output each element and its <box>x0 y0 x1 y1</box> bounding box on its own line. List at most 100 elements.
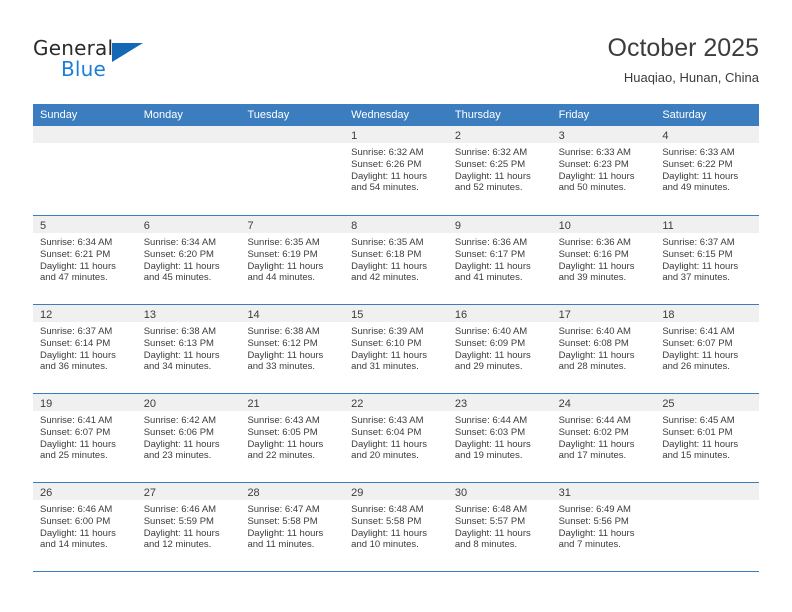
day-daylight-line1-text: Daylight: 11 hours <box>40 349 116 361</box>
day-sunset-text: Sunset: 6:23 PM <box>558 158 629 170</box>
day-sun-info: Sunrise: 6:34 AM Sunset: 6:21 PM Daylight:… <box>33 233 137 284</box>
day-cell-21[interactable]: 21 Sunrise: 6:43 AM Sunset: 6:05 PM Dayligh… <box>240 394 345 482</box>
day-cell-20[interactable]: 20 Sunrise: 6:42 AM Sunset: 6:06 PM Dayligh… <box>136 394 241 482</box>
day-daylight-line2-text: and 54 minutes. <box>351 182 419 194</box>
day-cell-23[interactable]: 23 Sunrise: 6:44 AM Sunset: 6:03 PM Dayligh… <box>447 394 552 482</box>
day-daylight-line2-text: and 29 minutes. <box>454 361 523 373</box>
day-cell-22[interactable]: 22 Sunrise: 6:43 AM Sunset: 6:04 PM Dayligh… <box>344 394 448 482</box>
day-number: 29 <box>351 487 364 499</box>
day-daylight-line2-text: and 45 minutes. <box>143 272 212 284</box>
day-sun-info: Sunrise: 6:33 AM Sunset: 6:23 PM Daylight:… <box>552 143 656 194</box>
day-cell-25[interactable]: 25 Sunrise: 6:45 AM Sunset: 6:01 PM Dayligh… <box>655 394 760 482</box>
day-daylight-line1-text: Daylight: 11 hours <box>454 438 531 450</box>
day-cell-13[interactable]: 13 Sunrise: 6:38 AM Sunset: 6:13 PM Dayligh… <box>136 305 241 393</box>
day-cell-19[interactable]: 19 Sunrise: 6:41 AM Sunset: 6:07 PM Dayligh… <box>33 394 137 482</box>
day-daylight-line2-text: and 50 minutes. <box>558 182 627 194</box>
day-cell-6[interactable]: 6 Sunrise: 6:34 AM Sunset: 6:20 PM Daylight… <box>136 216 241 304</box>
day-sun-info: Sunrise: 6:44 AM Sunset: 6:02 PM Daylight:… <box>552 411 656 462</box>
day-sun-info: Sunrise: 6:39 AM Sunset: 6:10 PM Daylight:… <box>344 322 448 373</box>
day-sunrise-text: Sunrise: 6:41 AM <box>40 415 113 426</box>
day-daylight-line2-text: and 8 minutes. <box>454 539 518 551</box>
day-cell-26[interactable]: 26 Sunrise: 6:46 AM Sunset: 6:00 PM Dayligh… <box>33 483 137 571</box>
day-sun-info: Sunrise: 6:43 AM Sunset: 6:05 PM Daylight:… <box>240 411 344 462</box>
day-number-bar: 26 <box>33 483 137 500</box>
day-cell-18[interactable]: 18 Sunrise: 6:41 AM Sunset: 6:07 PM Dayligh… <box>655 305 760 393</box>
day-sun-info: Sunrise: 6:41 AM Sunset: 6:07 PM Daylight:… <box>33 411 137 462</box>
day-sun-info: Sunrise: 6:47 AM Sunset: 5:58 PM Daylight:… <box>240 500 344 551</box>
weekday-header-row: Sunday Monday Tuesday Wednesday Thursday Frid… <box>33 104 759 126</box>
day-daylight-line2-text: and 41 minutes. <box>454 272 523 284</box>
day-cell-31[interactable]: 31 Sunrise: 6:49 AM Sunset: 5:56 PM Dayligh… <box>551 483 656 571</box>
day-sunset-text: Sunset: 6:20 PM <box>143 248 214 260</box>
day-cell-7[interactable]: 7 Sunrise: 6:35 AM Sunset: 6:19 PM Daylight… <box>240 216 345 304</box>
day-cell-17[interactable]: 17 Sunrise: 6:40 AM Sunset: 6:08 PM Dayligh… <box>551 305 656 393</box>
day-sunrise-text: Sunrise: 6:39 AM <box>351 326 424 337</box>
day-sunrise-text: Sunrise: 6:47 AM <box>247 504 320 515</box>
day-sunrise-text: Sunrise: 6:43 AM <box>247 415 320 426</box>
day-sunrise-text: Sunrise: 6:33 AM <box>558 147 631 158</box>
day-sunrise-text: Sunrise: 6:36 AM <box>454 237 528 248</box>
day-cell-28[interactable]: 28 Sunrise: 6:47 AM Sunset: 5:58 PM Dayligh… <box>240 483 345 571</box>
day-number: 2 <box>454 130 461 142</box>
day-cell-16[interactable]: 16 Sunrise: 6:40 AM Sunset: 6:09 PM Dayligh… <box>447 305 552 393</box>
day-number: 23 <box>454 398 468 410</box>
day-cell-5[interactable]: 5 Sunrise: 6:34 AM Sunset: 6:21 PM Daylight… <box>33 216 137 304</box>
day-number: 31 <box>558 487 571 499</box>
day-sunset-text: Sunset: 6:03 PM <box>454 426 526 438</box>
day-number: 6 <box>143 220 150 232</box>
day-sun-info: Sunrise: 6:45 AM Sunset: 6:01 PM Daylight:… <box>655 411 759 462</box>
day-cell-11[interactable]: 11 Sunrise: 6:37 AM Sunset: 6:15 PM Dayligh… <box>655 216 760 304</box>
day-cell-3[interactable]: 3 Sunrise: 6:33 AM Sunset: 6:23 PM Daylight… <box>551 126 656 214</box>
day-sun-info: Sunrise: 6:36 AM Sunset: 6:16 PM Daylight:… <box>552 233 656 284</box>
day-daylight-line2-text: and 33 minutes. <box>247 361 316 373</box>
day-daylight-line1-text: Daylight: 11 hours <box>558 170 635 182</box>
day-daylight-line1-text: Daylight: 11 hours <box>662 170 739 182</box>
day-number-bar: 1 <box>344 126 448 143</box>
day-cell-30[interactable]: 30 Sunrise: 6:48 AM Sunset: 5:57 PM Dayligh… <box>447 483 552 571</box>
day-number-bar: 8 <box>344 216 448 233</box>
day-daylight-line1-text: Daylight: 11 hours <box>558 527 635 539</box>
day-cell-8[interactable]: 8 Sunrise: 6:35 AM Sunset: 6:18 PM Daylight… <box>344 216 448 304</box>
day-daylight-line2-text: and 42 minutes. <box>351 272 419 284</box>
day-cell-4[interactable]: 4 Sunrise: 6:33 AM Sunset: 6:22 PM Daylight… <box>655 126 760 214</box>
page-title: October 2025 <box>607 34 760 62</box>
day-daylight-line1-text: Daylight: 11 hours <box>351 170 428 182</box>
day-number-bar: 31 <box>551 483 656 500</box>
day-number: 14 <box>247 309 260 321</box>
day-cell-29[interactable]: 29 Sunrise: 6:48 AM Sunset: 5:58 PM Dayligh… <box>344 483 448 571</box>
day-sunrise-text: Sunrise: 6:48 AM <box>454 504 528 515</box>
day-sun-info: Sunrise: 6:48 AM Sunset: 5:58 PM Daylight:… <box>344 500 448 551</box>
day-sunrise-text: Sunrise: 6:44 AM <box>454 415 528 426</box>
day-number: 12 <box>40 309 53 321</box>
day-cell-10[interactable]: 10 Sunrise: 6:36 AM Sunset: 6:16 PM Dayligh… <box>551 216 656 304</box>
day-number: 4 <box>662 130 669 142</box>
day-cell-1[interactable]: 1 Sunrise: 6:32 AM Sunset: 6:26 PM Daylight… <box>344 126 448 214</box>
day-cell-15[interactable]: 15 Sunrise: 6:39 AM Sunset: 6:10 PM Dayligh… <box>344 305 448 393</box>
day-daylight-line1-text: Daylight: 11 hours <box>558 349 635 361</box>
day-sunset-text: Sunset: 6:14 PM <box>40 337 111 349</box>
day-cell-12[interactable]: 12 Sunrise: 6:37 AM Sunset: 6:14 PM Dayligh… <box>33 305 137 393</box>
day-sun-info: Sunrise: 6:35 AM Sunset: 6:19 PM Daylight:… <box>240 233 344 284</box>
day-cell-9[interactable]: 9 Sunrise: 6:36 AM Sunset: 6:17 PM Daylight… <box>447 216 552 304</box>
day-sun-info: Sunrise: 6:40 AM Sunset: 6:09 PM Daylight:… <box>448 322 552 373</box>
day-daylight-line1-text: Daylight: 11 hours <box>454 349 531 361</box>
day-sunrise-text: Sunrise: 6:40 AM <box>454 326 528 337</box>
day-sunset-text: Sunset: 5:56 PM <box>558 515 629 527</box>
day-cell-2[interactable]: 2 Sunrise: 6:32 AM Sunset: 6:25 PM Daylight… <box>447 126 552 214</box>
day-cell-24[interactable]: 24 Sunrise: 6:44 AM Sunset: 6:02 PM Dayligh… <box>551 394 656 482</box>
calendar-page: General Blue October 2025 Huaqiao, Hunan… <box>0 0 792 612</box>
day-daylight-line1-text: Daylight: 11 hours <box>351 260 428 272</box>
day-sunset-text: Sunset: 6:08 PM <box>558 337 629 349</box>
day-sunset-text: Sunset: 6:00 PM <box>40 515 111 527</box>
day-cell-27[interactable]: 27 Sunrise: 6:46 AM Sunset: 5:59 PM Dayligh… <box>136 483 241 571</box>
title-block: October 2025 Huaqiao, Hunan, China <box>608 33 760 87</box>
day-sunset-text: Sunset: 6:04 PM <box>351 426 422 438</box>
day-cell-14[interactable]: 14 Sunrise: 6:38 AM Sunset: 6:12 PM Dayligh… <box>240 305 345 393</box>
day-number-bar: 28 <box>240 483 345 500</box>
general-blue-logo[interactable]: General Blue <box>33 36 233 86</box>
day-number: 19 <box>40 398 53 410</box>
day-number-bar: 21 <box>240 394 345 411</box>
day-sunrise-text: Sunrise: 6:46 AM <box>40 504 113 515</box>
day-sunrise-text: Sunrise: 6:38 AM <box>143 326 217 337</box>
day-number: 13 <box>143 309 156 321</box>
